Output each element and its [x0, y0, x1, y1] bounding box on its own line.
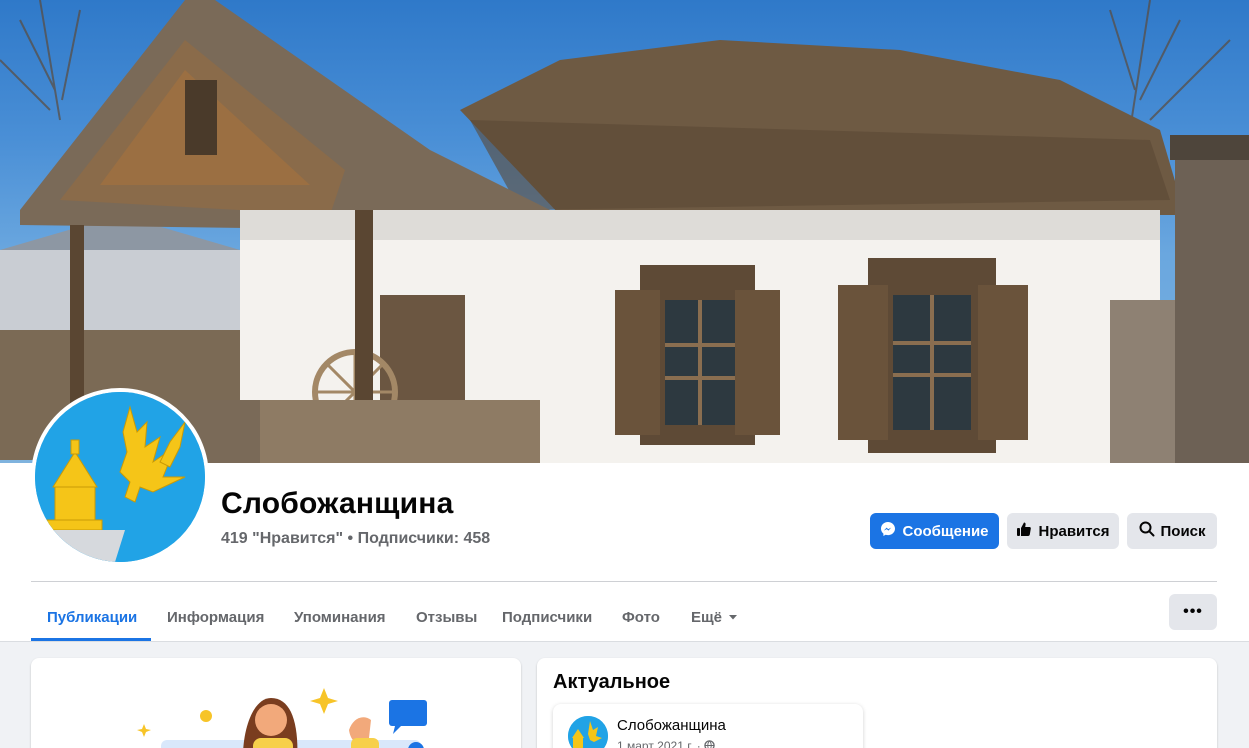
caret-down-icon	[728, 609, 738, 626]
post-author-avatar[interactable]	[568, 716, 608, 748]
more-options-button[interactable]: •••	[1169, 594, 1217, 630]
tab-label: Фото	[622, 608, 660, 626]
like-button[interactable]: Нравится	[1007, 513, 1119, 549]
post-date-text: 1 март 2021 г. ·	[617, 739, 701, 748]
featured-title: Актуальное	[553, 671, 671, 693]
tab-photos[interactable]: Фото	[622, 593, 660, 641]
page-stats[interactable]: 419 "Нравится" • Подписчики: 458	[221, 530, 490, 548]
like-button-label: Нравится	[1038, 522, 1110, 540]
featured-card: Актуальное Слобожанщина 1 март 2021 г. ·	[537, 658, 1217, 748]
sparkle-icon	[310, 688, 338, 714]
post-date[interactable]: 1 март 2021 г. ·	[617, 739, 715, 748]
tab-posts[interactable]: Публикации	[47, 593, 137, 641]
thumbs-up-icon	[1016, 521, 1032, 541]
tab-mentions[interactable]: Упоминания	[294, 593, 386, 641]
tab-label: Ещё	[691, 608, 723, 626]
post-author-name[interactable]: Слобожанщина	[617, 717, 726, 734]
search-icon	[1139, 521, 1155, 541]
tab-label: Упоминания	[294, 608, 386, 626]
tab-label: Подписчики	[502, 608, 593, 626]
tab-more[interactable]: Ещё	[691, 593, 738, 641]
tab-label: Публикации	[47, 608, 138, 626]
cover-photo[interactable]	[0, 0, 1249, 463]
coat-of-arms-image	[35, 392, 205, 562]
tab-followers[interactable]: Подписчики	[502, 593, 592, 641]
search-button-label: Поиск	[1160, 522, 1206, 540]
page-title: Слобожанщина	[221, 487, 454, 520]
cover-illustration	[0, 0, 1249, 463]
message-button-label: Сообщение	[902, 522, 989, 540]
message-button[interactable]: Сообщение	[870, 513, 999, 549]
search-button[interactable]: Поиск	[1127, 513, 1217, 549]
promo-illustration	[137, 688, 427, 748]
globe-icon	[704, 739, 715, 748]
messenger-icon	[880, 521, 896, 541]
tab-label: Информация	[167, 608, 265, 626]
page-avatar[interactable]	[31, 388, 209, 566]
chat-bubble-icon	[389, 700, 427, 726]
promo-card	[31, 658, 521, 748]
featured-post[interactable]: Слобожанщина 1 март 2021 г. ·	[553, 704, 863, 748]
header-divider	[31, 581, 1217, 582]
tab-about[interactable]: Информация	[167, 593, 264, 641]
header-bottom-border	[0, 641, 1249, 642]
tab-label: Отзывы	[416, 608, 478, 626]
tab-reviews[interactable]: Отзывы	[416, 593, 477, 641]
